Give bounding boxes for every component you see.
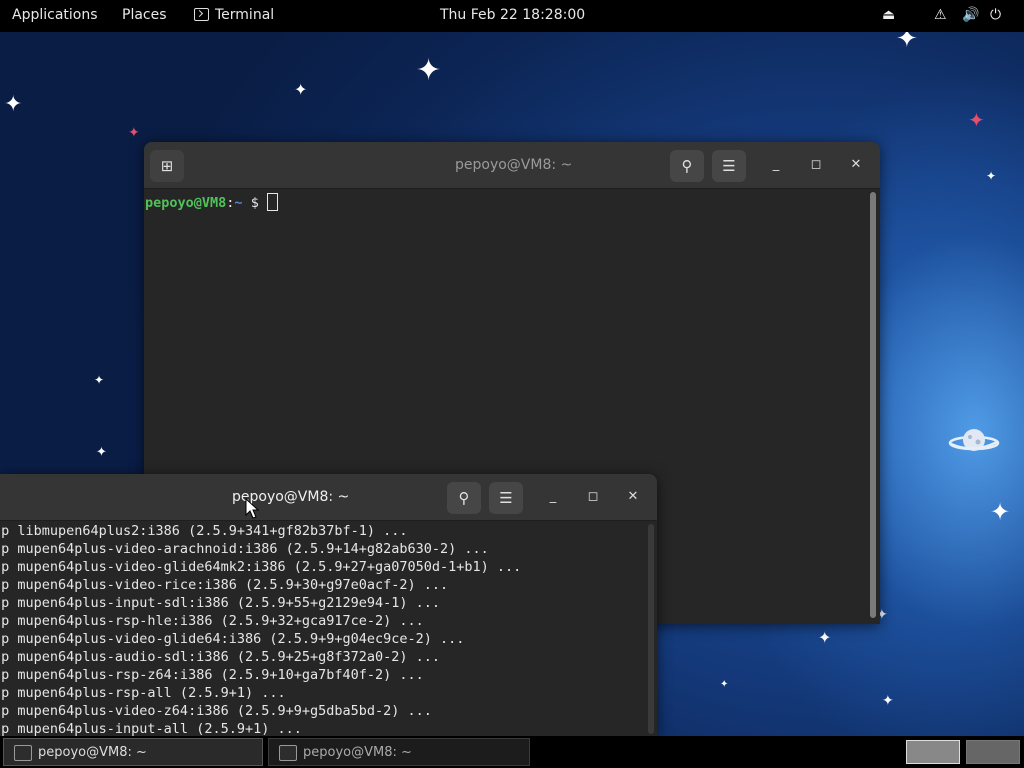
- maximize-button[interactable]: ◻: [585, 489, 601, 504]
- output-line: up mupen64plus-rsp-hle:i386 (2.5.9+32+gc…: [0, 613, 424, 629]
- output-line: up mupen64plus-video-arachnoid:i386 (2.5…: [0, 541, 489, 557]
- star-decoration: ✦: [94, 373, 105, 387]
- new-tab-button[interactable]: ⊞: [150, 150, 184, 182]
- star-decoration: ✦: [294, 80, 308, 99]
- scrollbar[interactable]: [648, 524, 654, 734]
- output-line: up mupen64plus-rsp-z64:i386 (2.5.9+10+ga…: [0, 667, 424, 683]
- taskbar-item-terminal-2[interactable]: pepoyo@VM8: ~: [268, 738, 530, 766]
- window-titlebar[interactable]: pepoyo@VM8: ~ ⚲ ☰ _ ◻ ✕: [0, 474, 657, 521]
- bottom-panel: pepoyo@VM8: ~ pepoyo@VM8: ~: [0, 736, 1024, 768]
- output-line: up mupen64plus-input-all (2.5.9+1) ...: [0, 721, 302, 736]
- applications-menu[interactable]: Applications: [12, 7, 98, 23]
- workspace-2[interactable]: [966, 740, 1020, 764]
- search-icon: ⚲: [458, 489, 470, 507]
- hamburger-icon: ☰: [722, 157, 736, 175]
- taskbar-item-terminal-1[interactable]: pepoyo@VM8: ~: [3, 738, 263, 766]
- taskbar-item-label: pepoyo@VM8: ~: [303, 745, 412, 760]
- close-button[interactable]: ✕: [625, 489, 641, 504]
- terminal-icon: [194, 8, 209, 21]
- output-line: up mupen64plus-video-z64:i386 (2.5.9+9+g…: [0, 703, 432, 719]
- search-button[interactable]: ⚲: [447, 482, 481, 514]
- star-decoration: ✦: [4, 92, 23, 117]
- search-icon: ⚲: [681, 157, 693, 175]
- menu-button[interactable]: ☰: [489, 482, 523, 514]
- eject-icon[interactable]: ⏏: [882, 7, 895, 23]
- prompt-symbol: $: [250, 195, 259, 211]
- places-menu[interactable]: Places: [122, 7, 167, 23]
- text-cursor: [266, 193, 278, 211]
- star-decoration: ✦: [818, 628, 832, 647]
- terminal-content[interactable]: up libmupen64plus2:i386 (2.5.9+341+gf82b…: [0, 521, 657, 736]
- star-decoration: ✦: [968, 108, 985, 132]
- minimize-button[interactable]: _: [768, 157, 784, 172]
- window-titlebar[interactable]: ⊞ pepoyo@VM8: ~ ⚲ ☰ _ ◻ ✕: [144, 142, 880, 189]
- star-decoration: ✦: [416, 53, 442, 88]
- menu-button[interactable]: ☰: [712, 150, 746, 182]
- planet-decoration: [948, 429, 1000, 451]
- output-line: up mupen64plus-input-sdl:i386 (2.5.9+55+…: [0, 595, 441, 611]
- power-icon[interactable]: ⏻: [990, 7, 1001, 23]
- star-decoration: ✦: [896, 32, 918, 54]
- workspace-1[interactable]: [906, 740, 960, 764]
- terminal-icon: [279, 745, 297, 761]
- output-line: up mupen64plus-video-glide64mk2:i386 (2.…: [0, 559, 522, 575]
- clock[interactable]: Thu Feb 22 18:28:00: [440, 7, 585, 23]
- window-title: pepoyo@VM8: ~: [455, 157, 573, 173]
- output-line: up mupen64plus-rsp-all (2.5.9+1) ...: [0, 685, 286, 701]
- terminal-icon: [14, 745, 32, 761]
- maximize-button[interactable]: ◻: [808, 157, 824, 172]
- star-decoration: ✦: [990, 498, 1011, 526]
- minimize-button[interactable]: _: [545, 489, 561, 504]
- scrollbar[interactable]: [870, 192, 876, 618]
- top-panel: Applications Places Terminal Thu Feb 22 …: [0, 0, 1024, 32]
- volume-icon[interactable]: 🔊: [962, 7, 979, 23]
- search-button[interactable]: ⚲: [670, 150, 704, 182]
- prompt-line: pepoyo@VM8:~ $: [145, 193, 278, 211]
- terminal-app-label: Terminal: [215, 7, 275, 23]
- star-decoration: ✦: [96, 445, 107, 460]
- hamburger-icon: ☰: [499, 489, 513, 507]
- output-line: up mupen64plus-video-rice:i386 (2.5.9+30…: [0, 577, 449, 593]
- star-decoration: ✦: [128, 125, 140, 141]
- terminal-app-menu[interactable]: Terminal: [194, 7, 274, 23]
- output-line: up libmupen64plus2:i386 (2.5.9+341+gf82b…: [0, 523, 408, 539]
- terminal-window-front[interactable]: pepoyo@VM8: ~ ⚲ ☰ _ ◻ ✕ up libmupen64plu…: [0, 474, 657, 736]
- output-line: up mupen64plus-video-glide64:i386 (2.5.9…: [0, 631, 465, 647]
- star-decoration: ✦: [986, 169, 997, 183]
- output-line: up mupen64plus-audio-sdl:i386 (2.5.9+25+…: [0, 649, 441, 665]
- star-decoration: ✦: [720, 679, 729, 690]
- mouse-cursor-icon: [245, 498, 259, 519]
- prompt-user: pepoyo@VM8: [145, 195, 227, 211]
- network-icon[interactable]: ⚠: [934, 7, 947, 23]
- close-button[interactable]: ✕: [848, 157, 864, 172]
- star-decoration: ✦: [882, 693, 894, 709]
- prompt-path: ~: [234, 195, 243, 211]
- taskbar-item-label: pepoyo@VM8: ~: [38, 745, 147, 760]
